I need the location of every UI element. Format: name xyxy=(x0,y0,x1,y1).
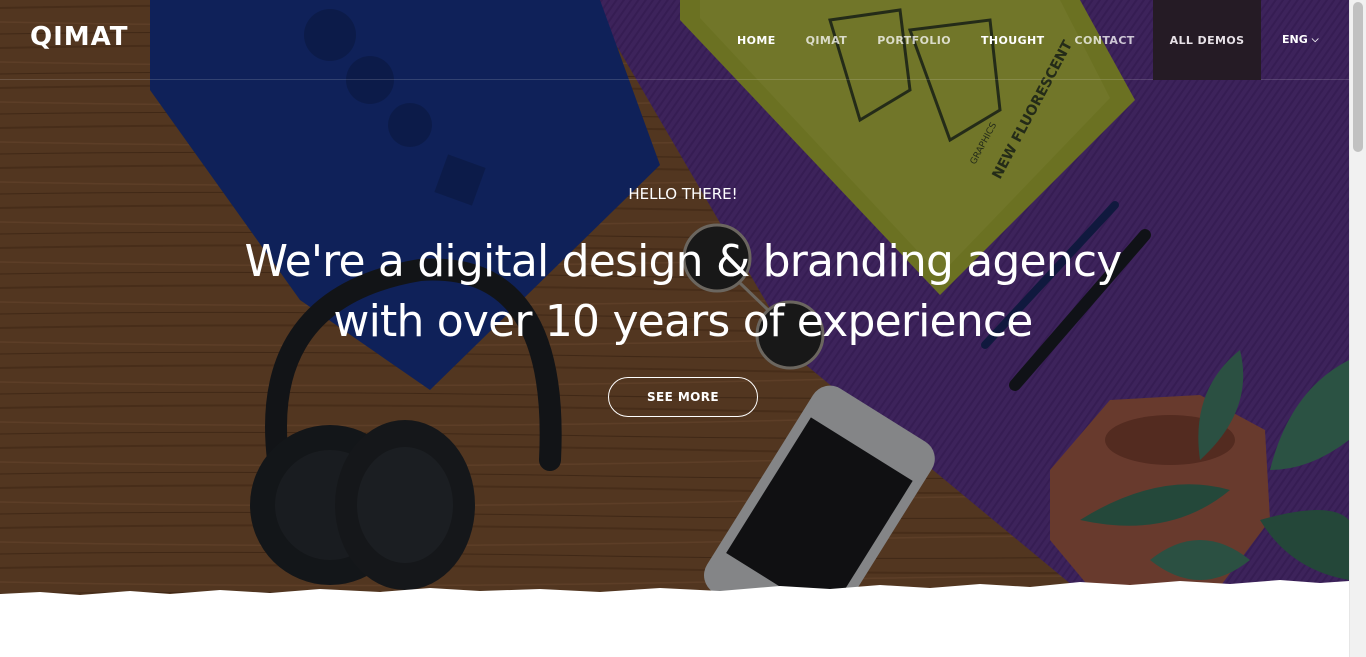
nav-thought[interactable]: THOUGHT xyxy=(966,34,1060,47)
nav-qimat[interactable]: QIMAT xyxy=(791,34,863,47)
hero-section: NEW FLUORESCENT GRAPHICS QIMAT HOME QIMA… xyxy=(0,0,1349,600)
hero-headline-line2: with over 10 years of experience xyxy=(333,296,1033,347)
hero-eyebrow: HELLO THERE! xyxy=(628,185,738,203)
chevron-down-icon: ⌵ xyxy=(1311,34,1319,45)
nav-contact[interactable]: CONTACT xyxy=(1060,34,1150,47)
top-navbar: QIMAT HOME QIMAT PORTFOLIO THOUGHT CONTA… xyxy=(0,0,1349,80)
site-logo[interactable]: QIMAT xyxy=(30,22,129,52)
nav-portfolio[interactable]: PORTFOLIO xyxy=(862,34,966,47)
see-more-button[interactable]: SEE MORE xyxy=(608,377,758,417)
hero-headline-line1: We're a digital design & branding agency xyxy=(244,236,1122,287)
hero-headline: We're a digital design & branding agency… xyxy=(183,232,1183,352)
scrollbar-thumb[interactable] xyxy=(1353,2,1363,152)
nav-home[interactable]: HOME xyxy=(722,34,791,47)
language-selector[interactable]: ENG ⌵ xyxy=(1282,33,1319,46)
page-scrollbar[interactable] xyxy=(1349,0,1366,657)
main-nav: HOME QIMAT PORTFOLIO THOUGHT CONTACT xyxy=(722,0,1150,80)
torn-paper-edge xyxy=(0,580,1349,610)
all-demos-button[interactable]: ALL DEMOS xyxy=(1153,0,1261,80)
language-label: ENG xyxy=(1282,33,1308,46)
